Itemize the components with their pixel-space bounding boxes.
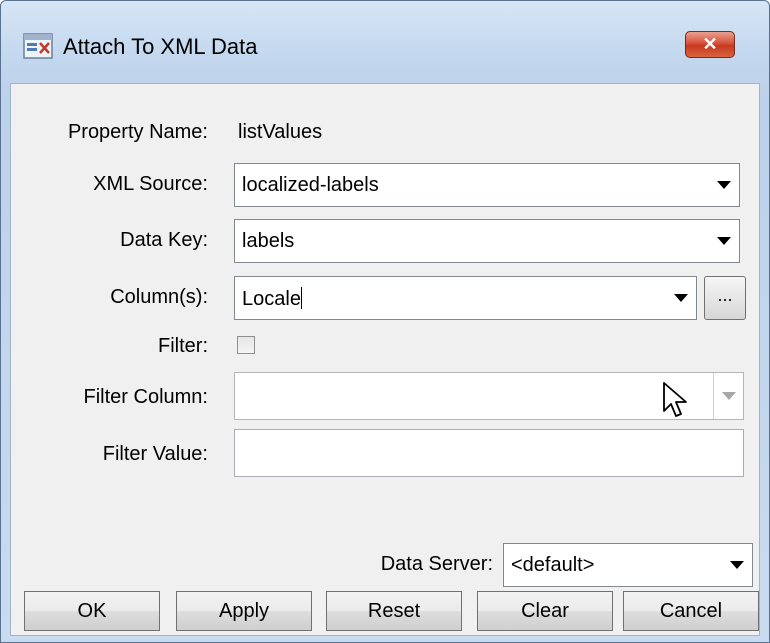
close-icon: ✕	[702, 34, 718, 54]
filter-checkbox[interactable]	[237, 336, 255, 354]
columns-browse-button[interactable]: ...	[704, 276, 746, 320]
filter-column-label: Filter Column:	[83, 386, 208, 408]
chevron-down-icon[interactable]	[722, 544, 752, 586]
xml-data-icon	[23, 33, 53, 59]
chevron-down-icon[interactable]	[709, 220, 739, 262]
filter-value-input[interactable]	[234, 429, 744, 477]
data-server-label: Data Server:	[380, 553, 493, 575]
window-title: Attach To XML Data	[63, 34, 258, 59]
ellipsis-icon: ...	[717, 285, 733, 305]
property-name-value: listValues	[238, 121, 323, 143]
data-key-value: labels	[242, 230, 295, 252]
chevron-down-icon[interactable]	[709, 164, 739, 206]
chevron-down-icon[interactable]	[666, 277, 696, 319]
data-key-dropdown[interactable]: labels	[234, 219, 740, 263]
title-bar[interactable]: Attach To XML Data ✕	[1, 1, 769, 83]
mouse-pointer-icon	[663, 382, 687, 417]
columns-label: Column(s):	[110, 286, 208, 308]
ok-button[interactable]: OK	[24, 591, 160, 631]
property-name-label: Property Name:	[67, 121, 208, 143]
xml-source-value: localized-labels	[242, 174, 379, 196]
filter-label: Filter:	[158, 335, 208, 357]
xml-source-dropdown[interactable]: localized-labels	[234, 163, 740, 207]
reset-button[interactable]: Reset	[326, 591, 462, 631]
text-caret	[300, 287, 302, 309]
clear-button[interactable]: Clear	[477, 591, 613, 631]
cancel-button[interactable]: Cancel	[623, 591, 759, 631]
columns-dropdown[interactable]: Locale	[234, 276, 697, 320]
chevron-down-icon[interactable]	[713, 373, 743, 419]
attach-to-xml-data-dialog: Attach To XML Data ✕ Property Name: list…	[0, 0, 770, 643]
xml-source-label: XML Source:	[93, 173, 208, 195]
columns-value: Locale	[242, 288, 301, 310]
data-server-dropdown[interactable]: <default>	[503, 543, 753, 587]
data-key-label: Data Key:	[120, 229, 208, 251]
data-server-value: <default>	[511, 554, 595, 576]
close-button[interactable]: ✕	[685, 31, 735, 58]
filter-value-label: Filter Value:	[102, 443, 208, 465]
apply-button[interactable]: Apply	[176, 591, 312, 631]
